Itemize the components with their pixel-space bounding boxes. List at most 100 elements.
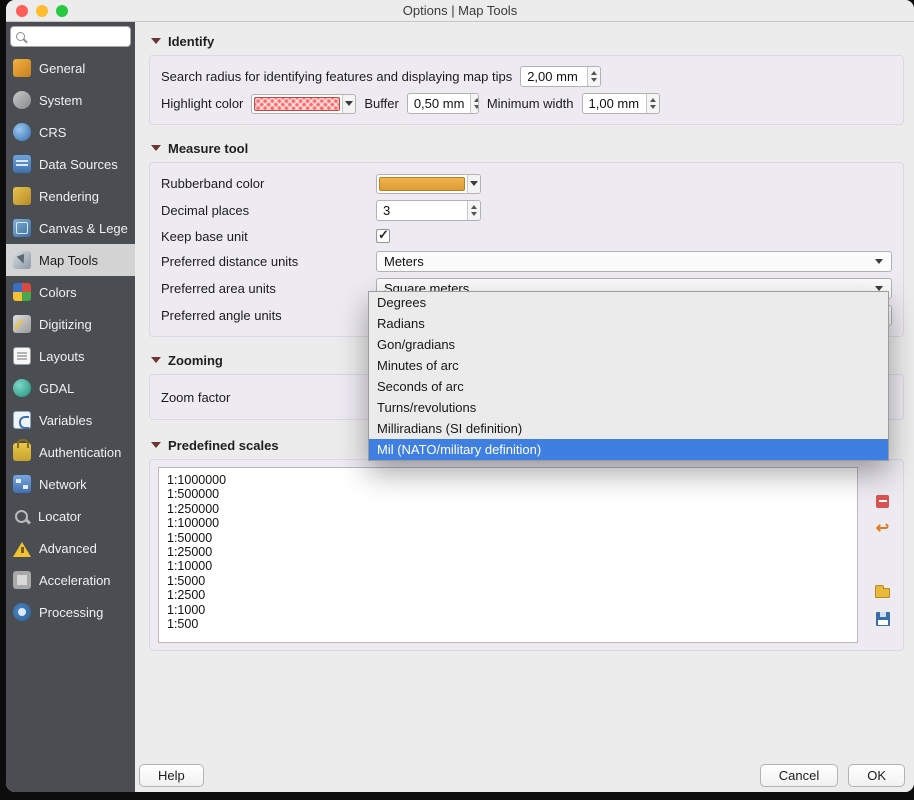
options-window: Options | Map Tools General System xyxy=(6,0,914,792)
minimum-width-spinbox[interactable]: 1,00 mm xyxy=(582,93,660,114)
dropdown-option-degrees[interactable]: Degrees xyxy=(369,292,888,313)
sidebar-item-network[interactable]: Network xyxy=(6,468,135,500)
epsilon-icon xyxy=(13,411,31,429)
section-title: Zooming xyxy=(168,353,223,368)
scale-list-item[interactable]: 1:250000 xyxy=(159,502,857,516)
scale-list-item[interactable]: 1:50000 xyxy=(159,531,857,545)
sidebar-item-digitizing[interactable]: Digitizing xyxy=(6,308,135,340)
section-header-measure-tool[interactable]: Measure tool xyxy=(149,139,904,157)
sidebar-item-label: Advanced xyxy=(39,541,97,556)
collapse-triangle-icon xyxy=(151,357,161,363)
sidebar-item-processing[interactable]: Processing xyxy=(6,596,135,628)
dropdown-option-gon-gradians[interactable]: Gon/gradians xyxy=(369,334,888,355)
sidebar-item-general[interactable]: General xyxy=(6,52,135,84)
dropdown-option-radians[interactable]: Radians xyxy=(369,313,888,334)
export-scales-button[interactable] xyxy=(872,609,894,629)
sidebar-item-data-sources[interactable]: Data Sources xyxy=(6,148,135,180)
scale-list-item[interactable]: 1:1000000 xyxy=(159,473,857,487)
section-header-identify[interactable]: Identify xyxy=(149,32,904,50)
sidebar-item-label: Map Tools xyxy=(39,253,98,268)
scale-list-item[interactable]: 1:500 xyxy=(159,617,857,631)
sidebar-item-crs[interactable]: CRS xyxy=(6,116,135,148)
dropdown-option-turns-revolutions[interactable]: Turns/revolutions xyxy=(369,397,888,418)
scale-list-item[interactable]: 1:25000 xyxy=(159,545,857,559)
scale-list-item[interactable]: 1:100000 xyxy=(159,516,857,530)
sidebar-item-label: Canvas & Legend xyxy=(39,221,128,236)
cancel-button[interactable]: Cancel xyxy=(760,764,838,787)
help-button[interactable]: Help xyxy=(139,764,204,787)
section-title: Identify xyxy=(168,34,214,49)
highlight-color-button[interactable] xyxy=(251,94,356,114)
sidebar: General System CRS Data Sources Renderin… xyxy=(6,22,135,792)
sidebar-search-input[interactable] xyxy=(10,26,131,47)
preferred-distance-units-label: Preferred distance units xyxy=(161,254,368,269)
scale-list-item[interactable]: 1:500000 xyxy=(159,487,857,501)
zoom-window-button[interactable] xyxy=(56,5,68,17)
close-window-button[interactable] xyxy=(16,5,28,17)
rubberband-color-button[interactable] xyxy=(376,174,481,194)
decimal-places-label: Decimal places xyxy=(161,203,368,218)
sidebar-item-advanced[interactable]: Advanced xyxy=(6,532,135,564)
dropdown-option-seconds-of-arc[interactable]: Seconds of arc xyxy=(369,376,888,397)
keep-base-unit-checkbox[interactable] xyxy=(376,229,390,243)
chevron-down-icon[interactable] xyxy=(342,95,355,113)
restore-default-scales-button[interactable] xyxy=(872,519,894,539)
title-bar[interactable]: Options | Map Tools xyxy=(6,0,914,22)
minimize-window-button[interactable] xyxy=(36,5,48,17)
pencil-icon xyxy=(13,315,31,333)
scale-list-item[interactable]: 1:2500 xyxy=(159,588,857,602)
dropdown-option-minutes-of-arc[interactable]: Minutes of arc xyxy=(369,355,888,376)
sidebar-item-authentication[interactable]: Authentication xyxy=(6,436,135,468)
scale-list-item[interactable]: 1:5000 xyxy=(159,574,857,588)
ok-button[interactable]: OK xyxy=(848,764,905,787)
sidebar-item-locator[interactable]: Locator xyxy=(6,500,135,532)
stepper-buttons[interactable] xyxy=(587,67,600,86)
section-title: Measure tool xyxy=(168,141,248,156)
predefined-scales-list[interactable]: 1:1000000 1:500000 1:250000 1:100000 1:5… xyxy=(158,467,858,643)
gear-icon xyxy=(13,603,31,621)
folder-icon xyxy=(875,588,890,598)
remove-scale-button[interactable] xyxy=(872,491,894,511)
sidebar-item-label: Data Sources xyxy=(39,157,118,172)
paintbrush-icon xyxy=(13,187,31,205)
chip-icon xyxy=(13,571,31,589)
buffer-spinbox[interactable]: 0,50 mm xyxy=(407,93,479,114)
warning-icon xyxy=(13,542,31,557)
scale-list-item[interactable]: 1:10000 xyxy=(159,559,857,573)
dialog-footer: Help Cancel OK xyxy=(139,764,905,787)
map-canvas-icon xyxy=(13,219,31,237)
keep-base-unit-label: Keep base unit xyxy=(161,229,368,244)
preferred-distance-units-combo[interactable]: Meters xyxy=(376,251,892,272)
preferred-angle-units-label: Preferred angle units xyxy=(161,308,368,323)
sidebar-item-layouts[interactable]: Layouts xyxy=(6,340,135,372)
color-grid-icon xyxy=(13,283,31,301)
sidebar-item-colors[interactable]: Colors xyxy=(6,276,135,308)
rubberband-color-label: Rubberband color xyxy=(161,176,368,191)
sidebar-item-acceleration[interactable]: Acceleration xyxy=(6,564,135,596)
import-scales-button[interactable] xyxy=(872,581,894,601)
sidebar-item-canvas-legend[interactable]: Canvas & Legend xyxy=(6,212,135,244)
stepper-buttons[interactable] xyxy=(467,201,480,220)
sidebar-item-rendering[interactable]: Rendering xyxy=(6,180,135,212)
decimal-places-spinbox[interactable]: 3 xyxy=(376,200,481,221)
sidebar-item-variables[interactable]: Variables xyxy=(6,404,135,436)
window-title: Options | Map Tools xyxy=(403,3,517,18)
dropdown-option-mil-nato[interactable]: Mil (NATO/military definition) xyxy=(369,439,888,460)
stepper-buttons[interactable] xyxy=(470,94,478,113)
section-body-identify: Search radius for identifying features a… xyxy=(149,55,904,125)
sidebar-item-system[interactable]: System xyxy=(6,84,135,116)
sidebar-item-label: Layouts xyxy=(39,349,85,364)
chevron-down-icon[interactable] xyxy=(467,175,480,193)
sidebar-item-gdal[interactable]: GDAL xyxy=(6,372,135,404)
sidebar-item-map-tools[interactable]: Map Tools xyxy=(6,244,135,276)
stepper-buttons[interactable] xyxy=(646,94,659,113)
search-radius-spinbox[interactable]: 2,00 mm xyxy=(520,66,601,87)
angle-units-dropdown-popup: Degrees Radians Gon/gradians Minutes of … xyxy=(368,291,889,461)
highlight-color-label: Highlight color xyxy=(161,96,243,111)
page-icon xyxy=(13,347,31,365)
spinbox-value: 2,00 mm xyxy=(521,67,587,86)
dropdown-option-milliradians[interactable]: Milliradians (SI definition) xyxy=(369,418,888,439)
scale-list-item[interactable]: 1:1000 xyxy=(159,603,857,617)
sidebar-item-label: Digitizing xyxy=(39,317,92,332)
spinbox-value: 3 xyxy=(377,201,467,220)
